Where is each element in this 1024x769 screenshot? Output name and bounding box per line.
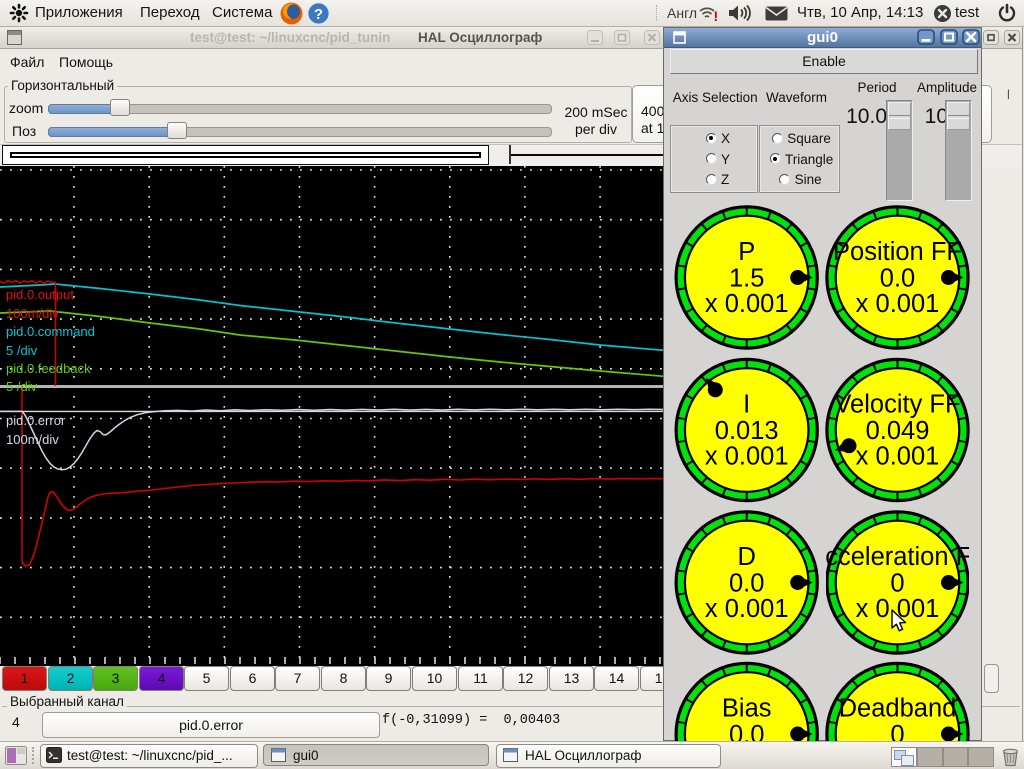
svg-text:!: ! bbox=[714, 8, 719, 23]
svg-text:x 0.001: x 0.001 bbox=[705, 443, 789, 471]
svg-text:Bias: Bias bbox=[722, 695, 772, 723]
svg-text:0: 0 bbox=[890, 570, 904, 598]
svg-text:x 0.001: x 0.001 bbox=[705, 290, 789, 318]
svg-text:D: D bbox=[737, 543, 755, 571]
svg-text:0.0: 0.0 bbox=[880, 265, 915, 293]
svg-text:0: 0 bbox=[890, 721, 904, 741]
svg-text:x 0.001: x 0.001 bbox=[705, 595, 789, 623]
svg-text:x 0.001: x 0.001 bbox=[856, 443, 940, 471]
svg-text:P: P bbox=[738, 238, 755, 266]
svg-text:0.049: 0.049 bbox=[866, 417, 930, 445]
svg-text:0.0: 0.0 bbox=[729, 721, 764, 741]
svg-text:x 0.001: x 0.001 bbox=[856, 290, 940, 318]
svg-text:1.5: 1.5 bbox=[729, 265, 764, 293]
svg-text:0.0: 0.0 bbox=[729, 570, 764, 598]
svg-text:Position FF: Position FF bbox=[833, 238, 962, 266]
svg-text:0.013: 0.013 bbox=[715, 417, 779, 445]
svg-text:Deadband: Deadband bbox=[839, 695, 957, 723]
svg-text:I: I bbox=[743, 391, 750, 419]
svg-text:Velocity FF: Velocity FF bbox=[834, 391, 960, 419]
svg-text:?: ? bbox=[314, 6, 323, 23]
svg-text:Acceleration FF: Acceleration FF bbox=[808, 543, 981, 571]
